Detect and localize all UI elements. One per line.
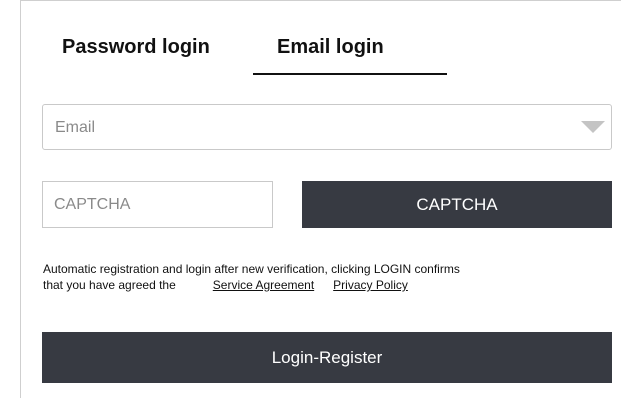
service-agreement-link[interactable]: Service Agreement (213, 278, 314, 292)
login-register-button[interactable]: Login-Register (42, 332, 612, 383)
terms-notice-line2: that you have agreed the Service Agreemen… (43, 277, 613, 293)
captcha-input[interactable] (42, 181, 273, 228)
terms-notice-prefix: that you have agreed the (43, 278, 176, 292)
terms-notice-line1: Automatic registration and login after n… (43, 262, 460, 276)
login-tabs: Password login Email login (41, 36, 461, 76)
terms-notice: Automatic registration and login after n… (43, 261, 613, 293)
email-select-placeholder: Email (55, 119, 96, 136)
tab-password-login[interactable]: Password login (62, 36, 210, 59)
get-captcha-button[interactable]: CAPTCHA (302, 181, 612, 228)
caret-down-icon[interactable] (581, 121, 605, 133)
active-tab-indicator (253, 73, 447, 75)
privacy-policy-link[interactable]: Privacy Policy (333, 278, 408, 292)
email-select[interactable]: Email (42, 104, 612, 150)
tab-email-login[interactable]: Email login (277, 36, 384, 59)
